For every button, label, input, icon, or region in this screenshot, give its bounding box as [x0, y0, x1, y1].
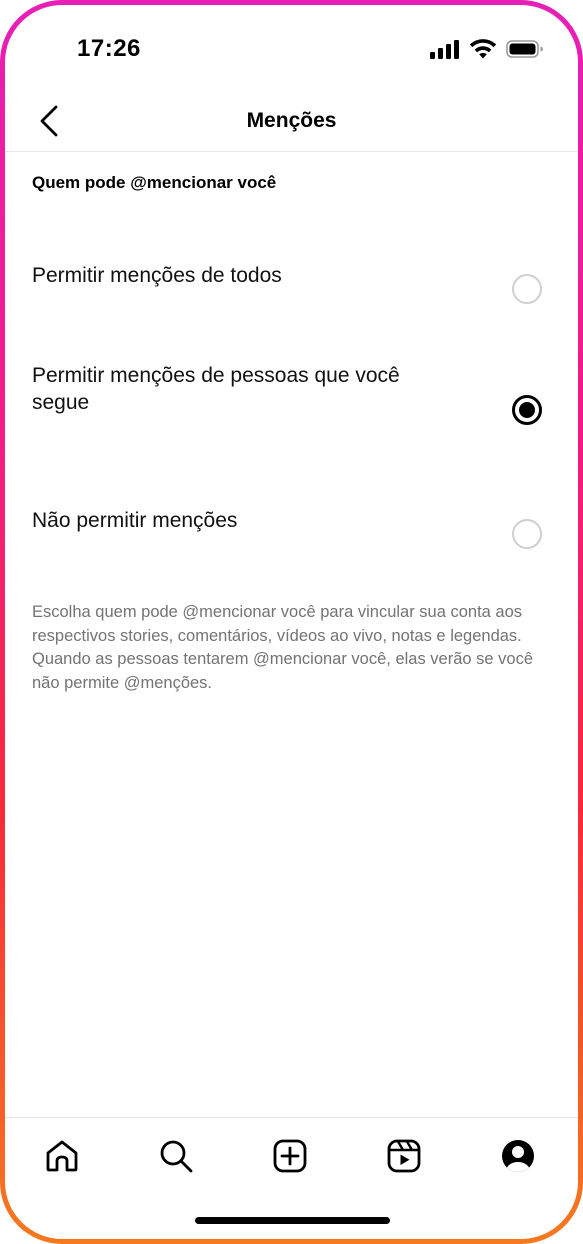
option-label: Permitir menções de pessoas que você seg… — [32, 364, 400, 414]
screen: 17:26 Menções Quem pode @mencionar você … — [5, 5, 578, 1239]
option-label: Não permitir menções — [32, 509, 238, 532]
home-indicator[interactable] — [195, 1217, 390, 1224]
create-icon — [272, 1138, 308, 1179]
help-text: Escolha quem pode @mencionar você para v… — [32, 603, 534, 692]
nav-header: Menções — [5, 95, 578, 152]
page-title: Menções — [246, 109, 337, 132]
tab-search[interactable] — [156, 1138, 196, 1178]
radio-button-selected[interactable] — [512, 395, 542, 425]
device-frame: 17:26 Menções Quem pode @mencionar você … — [0, 0, 583, 1244]
radio-button[interactable] — [512, 519, 542, 549]
option-mentions-everyone[interactable]: Permitir menções de todos — [5, 250, 578, 330]
wifi-icon — [469, 39, 497, 64]
section-title: Quem pode @mencionar você — [32, 173, 277, 192]
search-icon — [158, 1138, 194, 1179]
tab-create[interactable] — [270, 1138, 310, 1178]
radio-button[interactable] — [512, 274, 542, 304]
tab-profile[interactable] — [498, 1138, 538, 1178]
reels-icon — [386, 1138, 422, 1179]
status-icons — [430, 39, 544, 64]
option-label: Permitir menções de todos — [32, 264, 282, 287]
option-mentions-following[interactable]: Permitir menções de pessoas que você seg… — [5, 350, 578, 470]
option-no-mentions[interactable]: Não permitir menções — [5, 495, 578, 575]
tab-home[interactable] — [42, 1138, 82, 1178]
battery-icon — [506, 39, 544, 64]
home-icon — [44, 1138, 80, 1179]
tab-bar — [5, 1117, 578, 1218]
tab-reels[interactable] — [384, 1138, 424, 1178]
profile-icon — [500, 1138, 536, 1179]
status-bar: 17:26 — [5, 5, 578, 95]
cellular-signal-icon — [430, 39, 460, 64]
status-time: 17:26 — [77, 35, 141, 62]
